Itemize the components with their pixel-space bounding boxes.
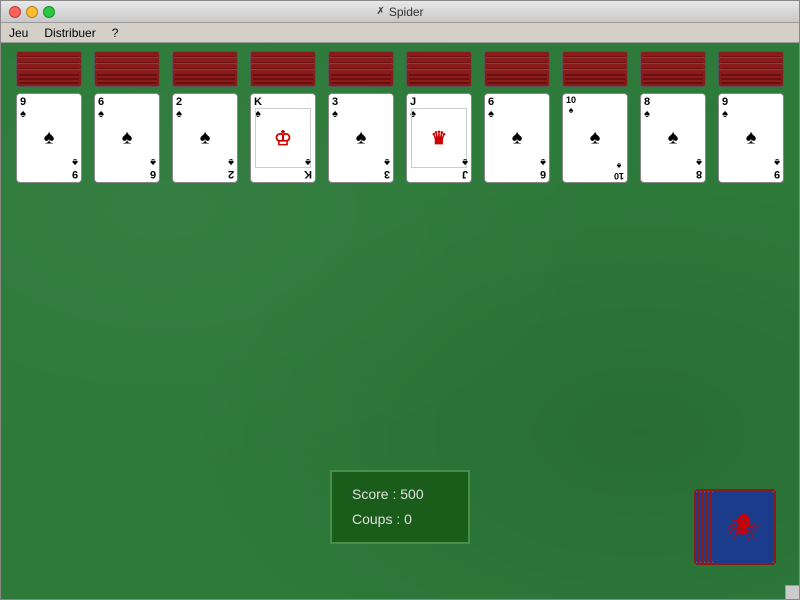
card-2-spades[interactable]: 2♠ ♠ 2♠ [172, 93, 238, 183]
window-title: Spider [389, 5, 424, 19]
menu-distribuer[interactable]: Distribuer [40, 25, 99, 41]
score-panel: Score : 500 Coups : 0 [330, 470, 470, 544]
card-deck[interactable]: 🕷 🕷 🕷 🕷 [694, 489, 779, 569]
card-6-spades-2[interactable]: 6♠ ♠ 6♠ [484, 93, 550, 183]
minimize-button[interactable] [26, 6, 38, 18]
app-icon: ✗ [376, 6, 384, 17]
card-back [484, 69, 550, 87]
card-back [16, 69, 82, 87]
card-back [640, 69, 706, 87]
card-6-spades[interactable]: 6♠ ♠ 6♠ [94, 93, 160, 183]
window: ✗ Spider Jeu Distribuer ? 9♠ ♠ [0, 0, 800, 600]
card-back [328, 69, 394, 87]
card-column-4[interactable]: 3♠ ♠ 3♠ [325, 51, 397, 183]
columns-container: 9♠ ♠ 9♠ 6♠ ♠ 6♠ [1, 43, 799, 191]
card-column-5[interactable]: J♠ ♛ J♠ [403, 51, 475, 183]
score-row: Score : 500 [352, 482, 448, 507]
card-column-0[interactable]: 9♠ ♠ 9♠ [13, 51, 85, 183]
traffic-lights [9, 6, 55, 18]
card-column-8[interactable]: 8♠ ♠ 8♠ [637, 51, 709, 183]
card-column-9[interactable]: 9♠ ♠ 9♠ [715, 51, 787, 183]
card-column-2[interactable]: 2♠ ♠ 2♠ [169, 51, 241, 183]
close-button[interactable] [9, 6, 21, 18]
menu-bar: Jeu Distribuer ? [1, 23, 799, 43]
deck-stack[interactable]: 🕷 🕷 🕷 🕷 [694, 489, 779, 569]
card-column-6[interactable]: 6♠ ♠ 6♠ [481, 51, 553, 183]
card-king-spades[interactable]: K♠ ♔ K♠ [250, 93, 316, 183]
card-9-spades-2[interactable]: 9♠ ♠ 9♠ [718, 93, 784, 183]
card-column-1[interactable]: 6♠ ♠ 6♠ [91, 51, 163, 183]
card-back [562, 69, 628, 87]
resize-handle[interactable] [785, 585, 799, 599]
card-back [406, 69, 472, 87]
menu-jeu[interactable]: Jeu [5, 25, 32, 41]
card-jack-spades[interactable]: J♠ ♛ J♠ [406, 93, 472, 183]
menu-help[interactable]: ? [108, 25, 123, 41]
card-8-spades[interactable]: 8♠ ♠ 8♠ [640, 93, 706, 183]
coups-row: Coups : 0 [352, 507, 448, 532]
score-value: 500 [400, 486, 423, 502]
card-back [250, 69, 316, 87]
card-back [94, 69, 160, 87]
card-3-spades[interactable]: 3♠ ♠ 3♠ [328, 93, 394, 183]
score-label: Score : [352, 486, 396, 502]
game-area: 9♠ ♠ 9♠ 6♠ ♠ 6♠ [1, 43, 799, 599]
card-column-7[interactable]: 10♠ ♠ 10♠ [559, 51, 631, 183]
card-back [172, 69, 238, 87]
maximize-button[interactable] [43, 6, 55, 18]
coups-value: 0 [404, 511, 412, 527]
title-bar: ✗ Spider [1, 1, 799, 23]
title-text: ✗ Spider [376, 5, 423, 19]
card-10-spades[interactable]: 10♠ ♠ 10♠ [562, 93, 628, 183]
card-back [718, 69, 784, 87]
card-column-3[interactable]: K♠ ♔ K♠ [247, 51, 319, 183]
card-9-spades[interactable]: 9♠ ♠ 9♠ [16, 93, 82, 183]
coups-label: Coups : [352, 511, 400, 527]
